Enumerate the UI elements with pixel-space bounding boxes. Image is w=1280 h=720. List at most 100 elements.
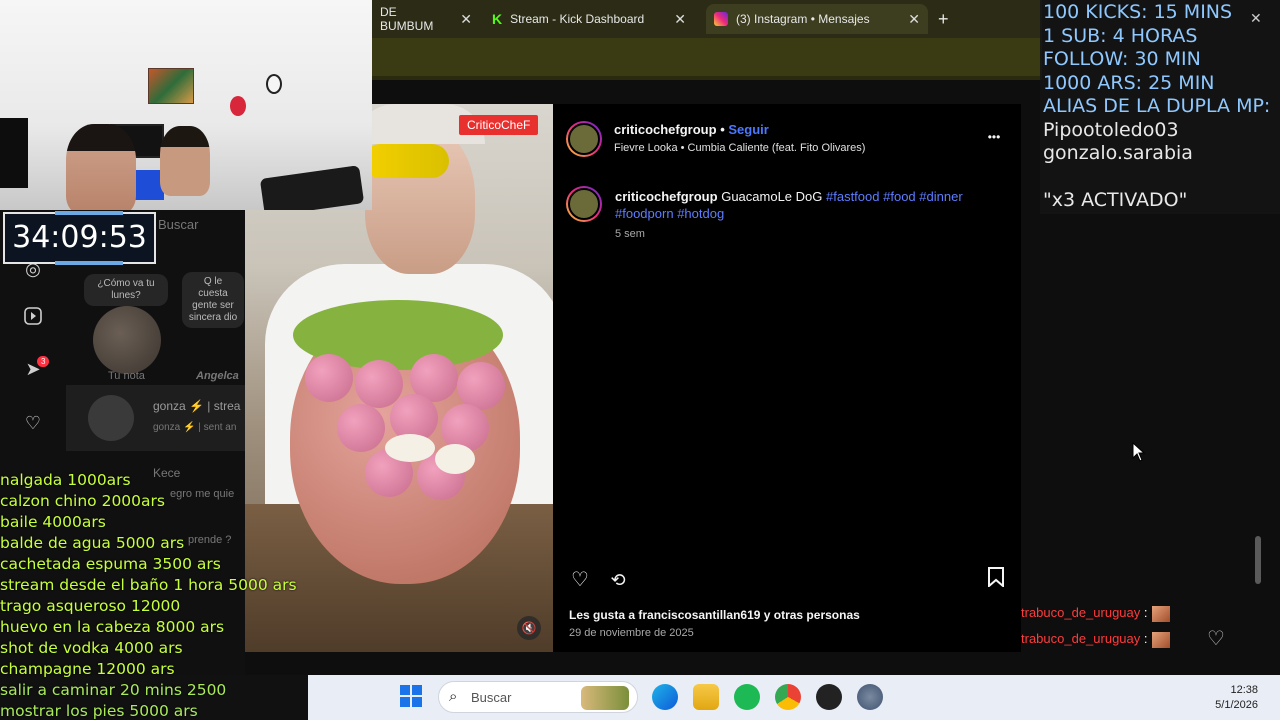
taskbar-search[interactable]: ⌕ Buscar (438, 681, 638, 713)
creator-watermark: CriticoCheF (459, 115, 539, 135)
heart-icon[interactable]: ♡ (1207, 626, 1225, 651)
follow-button[interactable]: Seguir (728, 122, 768, 137)
avatar[interactable] (566, 121, 602, 157)
hashtag-link[interactable]: #food (883, 189, 916, 204)
close-icon[interactable]: ✕ (452, 11, 472, 28)
note-bubble-friend: Q le cuesta gente ser sincera dio (182, 272, 244, 328)
overlay-line: 100 KICKS: 15 MINS (1043, 1, 1233, 23)
search-input[interactable]: Buscar (158, 217, 198, 232)
post-caption: criticochefgroup GuacamoLe DoG #fastfood… (615, 188, 995, 222)
mute-icon[interactable]: 🔇 (517, 616, 541, 640)
overlay-line (1043, 166, 1277, 189)
device-box (259, 165, 365, 210)
address-bar[interactable] (372, 38, 1042, 80)
post-audio[interactable]: Fievre Looka • Cumbia Caliente (feat. Fi… (614, 142, 865, 154)
more-options-button[interactable]: ••• (981, 124, 1007, 150)
price-item: salir a caminar 20 mins 2500 (0, 681, 227, 699)
instagram-icon (714, 12, 728, 26)
kick-icon: K (492, 11, 503, 27)
notification-badge: 3 (37, 356, 50, 367)
scrollbar-thumb[interactable] (1255, 536, 1261, 584)
post-username[interactable]: criticochefgroup (614, 122, 717, 137)
scrollbar[interactable] (1252, 80, 1266, 675)
search-highlight-image (581, 686, 629, 710)
price-item: shot de vodka 4000 ars (0, 639, 183, 657)
price-item: nalgada 1000ars (0, 471, 131, 489)
avatar[interactable] (93, 306, 161, 374)
chat-message: trabuco_de_uruguay : (1021, 631, 1170, 648)
tab-title: Stream - Kick Dashboard (510, 12, 645, 26)
system-clock[interactable]: 12:38 5/1/2026 (1215, 683, 1258, 713)
hashtag-link[interactable]: #dinner (919, 189, 962, 204)
close-icon[interactable]: ✕ (666, 11, 686, 28)
search-icon: ⌕ (449, 688, 458, 705)
note-label-friend: Angelca (196, 370, 239, 382)
obs-icon[interactable] (816, 684, 842, 710)
chat-separator: : (1140, 631, 1148, 646)
tab-bumbum[interactable]: DE BUMBUM ✕ (372, 4, 480, 34)
repost-icon[interactable]: ⟲ (605, 567, 631, 593)
caption-text: GuacamoLe DoG (721, 189, 823, 204)
subathon-overlay: 100 KICKS: 15 MINS 1 SUB: 4 HORAS FOLLOW… (1040, 0, 1280, 214)
tab-instagram[interactable]: (3) Instagram • Mensajes ✕ (706, 4, 928, 34)
close-icon[interactable]: ✕ (1250, 10, 1262, 27)
note-label-own: Tu nota (108, 370, 145, 382)
post-header-user: criticochefgroup • Seguir (614, 122, 769, 137)
stream-timer: 34:09:53 (3, 211, 156, 265)
wall-mask (266, 74, 282, 94)
chat-username: trabuco_de_uruguay (1021, 605, 1141, 620)
wall-painting (148, 68, 194, 104)
mayo-sauce (435, 444, 475, 474)
new-tab-button[interactable]: + (930, 4, 960, 34)
overlay-line: ALIAS DE LA DUPLA MP: (1043, 95, 1271, 117)
spotify-icon[interactable] (734, 684, 760, 710)
post-date: 29 de noviembre de 2025 (569, 627, 694, 639)
overlay-line: "x3 ACTIVADO" (1043, 188, 1188, 211)
emote-icon (1151, 631, 1170, 648)
streamer (66, 124, 136, 210)
price-item: mostrar los pies 5000 ars (0, 702, 198, 720)
taskbar-search-label: Buscar (471, 690, 512, 705)
donation-menu: nalgada 1000ars calzon chino 2000ars bai… (0, 470, 310, 720)
note-bubble-own: ¿Cómo va tu lunes? (84, 274, 168, 306)
sausage (337, 404, 385, 452)
likes-summary[interactable]: Les gusta a franciscosantillan619 y otra… (569, 608, 860, 622)
hashtag-link[interactable]: #foodporn (615, 206, 674, 221)
hashtag-link[interactable]: #fastfood (826, 189, 880, 204)
close-icon[interactable]: ✕ (900, 11, 920, 28)
like-heart-icon[interactable]: ♡ (567, 567, 593, 593)
list-item[interactable]: gonza ⚡ | strea gonza ⚡ | sent an (66, 385, 246, 451)
overlay-line: FOLLOW: 30 MIN (1043, 48, 1201, 70)
tab-kick-dashboard[interactable]: K Stream - Kick Dashboard ✕ (484, 4, 694, 34)
price-item: trago asqueroso 12000 (0, 597, 181, 615)
avatar[interactable] (566, 186, 602, 222)
notifications-heart-icon[interactable]: ♡ (22, 412, 44, 434)
windows-start-icon[interactable] (400, 685, 422, 707)
price-item: balde de agua 5000 ars (0, 534, 185, 552)
price-item: stream desde el baño 1 hora 5000 ars (0, 576, 297, 594)
post-details-panel: criticochefgroup • Seguir Fievre Looka •… (553, 104, 1021, 652)
save-bookmark-icon[interactable] (983, 567, 1009, 593)
price-item: baile 4000ars (0, 513, 106, 531)
avatar (88, 395, 134, 441)
browser-tab-bar: DE BUMBUM ✕ K Stream - Kick Dashboard ✕ … (372, 0, 1042, 38)
streamer (160, 126, 210, 196)
yellow-goggles (363, 144, 449, 178)
overlay-line: gonzalo.sarabia (1043, 142, 1193, 164)
wall-mask (230, 96, 246, 116)
overlay-line: 1000 ARS: 25 MIN (1043, 71, 1215, 94)
file-explorer-icon[interactable] (693, 684, 719, 710)
caption-username[interactable]: criticochefgroup (615, 189, 718, 204)
sausage (305, 354, 353, 402)
settings-gear-icon[interactable] (857, 684, 883, 710)
clock-time: 12:38 (1230, 684, 1258, 696)
price-item: calzon chino 2000ars (0, 492, 165, 510)
mayo-sauce (385, 434, 435, 462)
price-item: huevo en la cabeza 8000 ars (0, 618, 225, 636)
reels-icon[interactable] (22, 306, 44, 328)
hashtag-link[interactable]: #hotdog (677, 206, 724, 221)
chrome-icon[interactable] (775, 684, 801, 710)
edge-icon[interactable] (652, 684, 678, 710)
webcam-feed (0, 0, 372, 210)
post-time-ago: 5 sem (615, 228, 645, 240)
